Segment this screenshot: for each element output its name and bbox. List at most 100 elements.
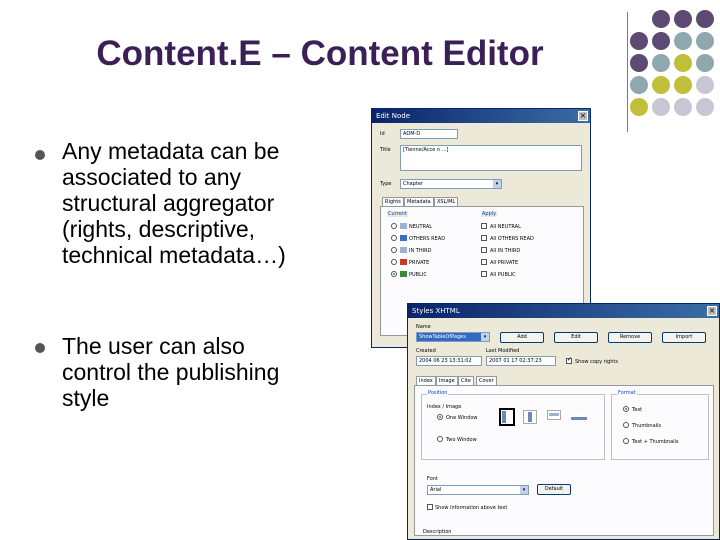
decorative-dot <box>630 54 648 72</box>
apply-right-checkbox[interactable] <box>481 223 487 229</box>
edit-button[interactable]: Edit <box>554 332 598 343</box>
name-label: Name <box>416 324 431 330</box>
divider-line <box>627 12 628 132</box>
modified-label: Last Modified <box>486 348 520 354</box>
layout-preview-icon <box>571 417 587 420</box>
two-window-label: Two Window <box>446 437 477 443</box>
tab-metadata[interactable]: Metadata <box>404 197 434 206</box>
type-label: Type <box>380 181 392 187</box>
show-copy-checkbox[interactable]: ✓ <box>566 357 573 364</box>
apply-right-checkbox[interactable] <box>481 247 487 253</box>
decorative-dot <box>674 32 692 50</box>
layout-option-2[interactable] <box>523 410 537 424</box>
format-thumbnails-radio[interactable] <box>623 422 629 428</box>
one-window-radio[interactable] <box>437 414 443 420</box>
import-button[interactable]: Import <box>662 332 706 343</box>
format-text-thumbnails-radio[interactable] <box>623 438 629 444</box>
edit-node-titlebar: Edit Node × <box>372 109 590 123</box>
apply-right-label: All PRIVATE <box>490 260 519 266</box>
decorative-dot <box>652 98 670 116</box>
font-label: Font <box>427 476 438 482</box>
apply-right-label: All OTHERS READ <box>490 236 534 242</box>
apply-right-checkbox[interactable] <box>481 271 487 277</box>
styles-tabs: Index Image Cite Cover Position Index / … <box>414 376 714 536</box>
decorative-dot <box>630 98 648 116</box>
bullet-1-line: associated to any <box>62 164 242 190</box>
name-select[interactable]: ShowTableOfPages ▾ <box>416 332 490 342</box>
show-info-checkbox[interactable] <box>427 504 433 510</box>
tab-cover[interactable]: Cover <box>476 376 497 385</box>
current-right-label: PUBLIC <box>409 272 427 278</box>
decorative-dot <box>696 76 714 94</box>
right-icon <box>400 247 407 253</box>
name-value: ShowTableOfPages <box>419 334 466 340</box>
current-right-label: PRIVATE <box>409 260 430 266</box>
layout-option-1[interactable] <box>499 408 515 426</box>
chevron-down-icon: ▾ <box>493 180 501 188</box>
current-right-radio[interactable] <box>391 271 397 277</box>
format-group-label: Format <box>617 390 637 396</box>
decorative-dot <box>630 32 648 50</box>
decorative-dot <box>652 32 670 50</box>
font-select[interactable]: Arial ▾ <box>427 485 529 495</box>
current-right-radio[interactable] <box>391 259 397 265</box>
close-icon[interactable]: × <box>707 306 717 316</box>
bullet-marker <box>35 343 45 353</box>
close-icon[interactable]: × <box>578 111 588 121</box>
bullet-2-line: control the publishing <box>62 359 280 385</box>
show-info-label: Show information above text <box>435 505 508 511</box>
tab-rights[interactable]: Rights <box>382 197 404 206</box>
styles-titlebar: Styles XHTML × <box>408 304 719 318</box>
current-right-label: OTHERS READ <box>409 236 446 242</box>
current-right-label: IN THIRD <box>409 248 432 254</box>
apply-right-label: All NEUTRAL <box>490 224 521 230</box>
styles-xhtml-window: Styles XHTML × Name ShowTableOfPages ▾ A… <box>407 303 720 540</box>
chevron-down-icon: ▾ <box>520 486 528 494</box>
decorative-dot <box>674 10 692 28</box>
format-thumbnails-label: Thumbnails <box>632 423 662 429</box>
one-window-label: One Window <box>446 415 478 421</box>
id-field[interactable]: ADM-D <box>400 129 458 139</box>
current-right-radio[interactable] <box>391 223 397 229</box>
bullet-1-line: technical metadata…) <box>62 242 286 268</box>
bullet-2-line: The user can also <box>62 333 245 359</box>
add-button[interactable]: Add <box>500 332 544 343</box>
bullet-2-line: style <box>62 385 110 411</box>
apply-group-label: Apply <box>481 211 498 217</box>
show-copy-label: Show copy rights <box>575 359 618 365</box>
decorative-dot <box>696 98 714 116</box>
decorative-dot <box>674 98 692 116</box>
radio-dot-icon <box>625 408 627 410</box>
bullet-marker <box>35 150 45 160</box>
description-label: Description <box>423 529 452 535</box>
decorative-dot <box>696 32 714 50</box>
remove-button[interactable]: Remove <box>608 332 652 343</box>
type-select[interactable]: Chapter ▾ <box>400 179 502 189</box>
tab-xslml[interactable]: XSL/ML <box>434 197 459 206</box>
bullet-text-2: The user can also control the publishing… <box>62 333 279 411</box>
layout-option-3[interactable] <box>547 410 561 420</box>
title-label: Title <box>380 147 391 153</box>
title-field[interactable]: [Tienne/Acce n ...] <box>400 145 582 171</box>
current-right-radio[interactable] <box>391 235 397 241</box>
layout-option-4[interactable] <box>571 414 587 420</box>
created-label: Created <box>416 348 436 354</box>
decorative-dot <box>652 10 670 28</box>
default-button[interactable]: Default <box>537 484 571 495</box>
decorative-dot <box>630 76 648 94</box>
checkmark-icon: ✓ <box>567 357 573 363</box>
window-title: Styles XHTML <box>412 307 460 315</box>
radio-dot-icon <box>393 273 395 275</box>
modified-field[interactable]: 2007 01 17 02:37:23 <box>486 356 556 366</box>
slide-title: Content.E – Content Editor <box>96 34 544 73</box>
tab-index[interactable]: Index <box>416 376 436 385</box>
created-field[interactable]: 2004 06 23 13:31:02 <box>416 356 482 366</box>
current-right-radio[interactable] <box>391 247 397 253</box>
radio-dot-icon <box>439 416 441 418</box>
apply-right-checkbox[interactable] <box>481 235 487 241</box>
tab-image[interactable]: Image <box>436 376 458 385</box>
two-window-radio[interactable] <box>437 436 443 442</box>
tab-cite[interactable]: Cite <box>458 376 474 385</box>
format-text-radio[interactable] <box>623 406 629 412</box>
apply-right-checkbox[interactable] <box>481 259 487 265</box>
